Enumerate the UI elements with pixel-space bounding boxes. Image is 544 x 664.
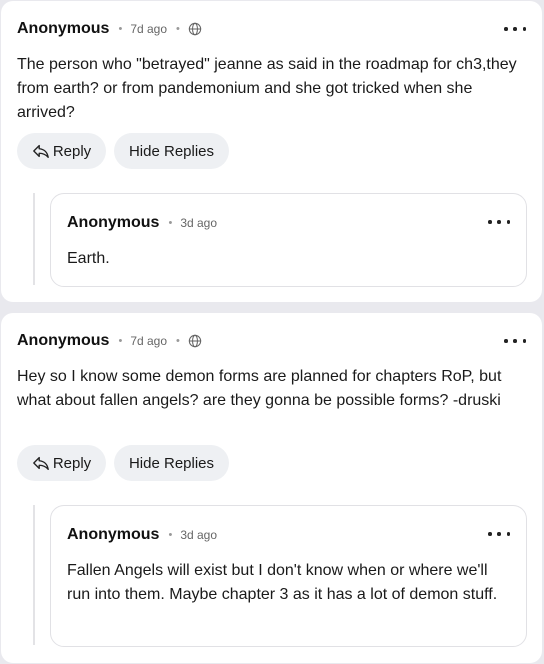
hide-replies-button[interactable]: Hide Replies xyxy=(114,133,229,169)
thread-line xyxy=(33,193,35,285)
reply-text: Earth. xyxy=(67,250,110,267)
reply-button-label: Reply xyxy=(52,142,92,160)
hide-replies-label: Hide Replies xyxy=(128,142,215,160)
reply-button[interactable]: Reply xyxy=(17,133,106,169)
comment-timestamp: 7d ago xyxy=(130,22,168,36)
reply-arrow-icon xyxy=(32,144,49,158)
more-options-icon[interactable] xyxy=(488,529,510,539)
separator-dot: • xyxy=(168,216,173,229)
reply-button-label: Reply xyxy=(52,454,92,472)
reply-card: Anonymous • 3d ago Earth. xyxy=(50,193,527,287)
globe-icon xyxy=(188,334,202,348)
comment-card: Anonymous • 7d ago • Hey so I know some … xyxy=(1,313,542,663)
comment-header: Anonymous • 7d ago • xyxy=(17,18,202,40)
more-options-icon[interactable] xyxy=(504,336,526,346)
separator-dot: • xyxy=(118,334,123,347)
reply-header: Anonymous • 3d ago xyxy=(67,212,217,234)
more-options-icon[interactable] xyxy=(504,24,526,34)
separator-dot: • xyxy=(176,22,180,35)
comment-text: The person who "betrayed" jeanne as said… xyxy=(17,56,517,121)
reply-text: Fallen Angels will exist but I don't kno… xyxy=(67,562,498,603)
separator-dot: • xyxy=(176,334,180,347)
comment-author[interactable]: Anonymous xyxy=(17,332,109,350)
reply-author[interactable]: Anonymous xyxy=(67,526,159,544)
reply-header: Anonymous • 3d ago xyxy=(67,524,217,546)
comment-timestamp: 7d ago xyxy=(130,334,168,348)
reply-card: Anonymous • 3d ago Fallen Angels will ex… xyxy=(50,505,527,647)
reply-arrow-icon xyxy=(32,456,49,470)
comment-card: Anonymous • 7d ago • The person who "bet… xyxy=(1,1,542,302)
reply-author[interactable]: Anonymous xyxy=(67,214,159,232)
thread-line xyxy=(33,505,35,645)
separator-dot: • xyxy=(168,528,173,541)
comment-text: Hey so I know some demon forms are plann… xyxy=(17,368,502,409)
comment-header: Anonymous • 7d ago • xyxy=(17,330,202,352)
reply-button[interactable]: Reply xyxy=(17,445,106,481)
separator-dot: • xyxy=(118,22,123,35)
more-options-icon[interactable] xyxy=(488,217,510,227)
reply-timestamp: 3d ago xyxy=(180,216,218,230)
globe-icon xyxy=(188,22,202,36)
comment-author[interactable]: Anonymous xyxy=(17,20,109,38)
hide-replies-label: Hide Replies xyxy=(128,454,215,472)
hide-replies-button[interactable]: Hide Replies xyxy=(114,445,229,481)
reply-timestamp: 3d ago xyxy=(180,528,218,542)
